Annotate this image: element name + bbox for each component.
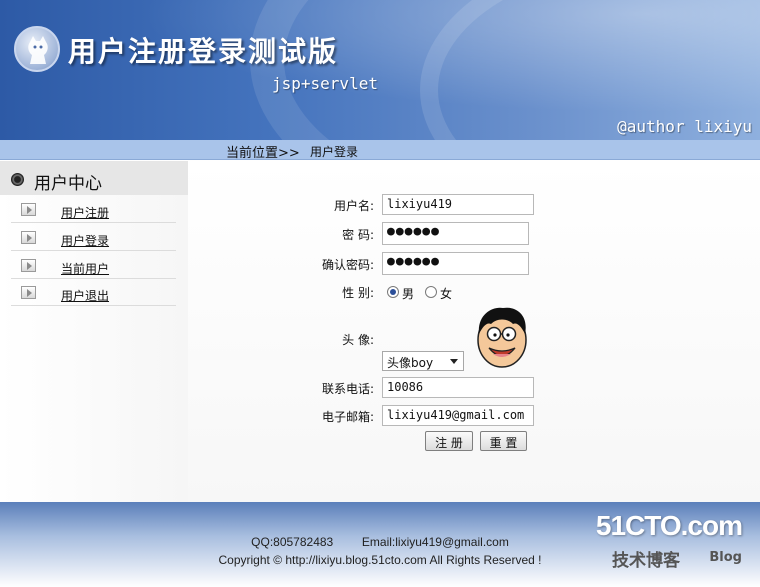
- arrow-right-icon: [21, 259, 36, 272]
- arrow-right-icon: [21, 203, 36, 216]
- site-author: @author lixiyu: [617, 117, 752, 136]
- gender-female-radio[interactable]: [425, 286, 437, 298]
- avatar-select-value: 头像boy: [387, 356, 434, 370]
- avatar-image: [473, 304, 531, 370]
- confirm-password-label: 确认密码:: [321, 258, 374, 272]
- content-area: 用户中心 用户注册 用户登录 当前用户 用户退出 用户名: lixiyu419 …: [0, 161, 760, 502]
- arrow-right-icon: [21, 231, 36, 244]
- phone-label: 联系电话:: [321, 382, 374, 396]
- gender-male-label: 男: [402, 287, 415, 301]
- site-title: 用户注册登录测试版: [68, 35, 339, 68]
- breadcrumb-label: 当前位置>>: [226, 146, 300, 161]
- gender-label: 性 别:: [342, 286, 374, 300]
- sidebar-link-login[interactable]: 用户登录: [61, 232, 109, 249]
- avatar-label: 头 像:: [342, 333, 374, 347]
- footer: QQ:805782483 Email:lixiyu419@gmail.com C…: [0, 502, 760, 587]
- breadcrumb-current: 用户登录: [310, 145, 359, 159]
- sidebar-header: 用户中心: [0, 161, 188, 195]
- reset-button[interactable]: 重 置: [480, 431, 527, 451]
- phone-field[interactable]: 10086: [382, 377, 534, 398]
- gender-male-radio[interactable]: [387, 286, 399, 298]
- breadcrumb: 当前位置>> 用户登录: [0, 140, 760, 161]
- sidebar-link-logout[interactable]: 用户退出: [61, 287, 109, 304]
- gender-female-label: 女: [440, 287, 453, 301]
- sidebar-title: 用户中心: [34, 174, 102, 194]
- watermark-tagline: 技术博客: [612, 551, 680, 571]
- password-label: 密 码:: [342, 228, 374, 242]
- sidebar-link-current-user[interactable]: 当前用户: [61, 260, 109, 277]
- watermark-brand: 51CTO.com: [595, 510, 743, 541]
- email-label: 电子邮箱:: [321, 410, 374, 424]
- sidebar-item-logout[interactable]: 用户退出: [11, 279, 176, 306]
- site-subtitle: jsp+servlet: [272, 74, 378, 93]
- sidebar-item-current-user[interactable]: 当前用户: [11, 252, 176, 279]
- watermark-blog: Blog: [709, 550, 742, 565]
- username-label: 用户名:: [333, 199, 374, 213]
- sidebar-link-register[interactable]: 用户注册: [61, 204, 109, 221]
- register-button[interactable]: 注 册: [425, 431, 473, 451]
- username-field[interactable]: lixiyu419: [382, 194, 534, 215]
- arrow-right-icon: [21, 286, 36, 299]
- header-banner: 用户注册登录测试版 jsp+servlet @author lixiyu: [0, 0, 760, 140]
- registration-form: 用户名: lixiyu419 密 码: ●●●●●● 确认密码: ●●●●●● …: [188, 161, 760, 502]
- cat-logo-icon: [14, 26, 60, 72]
- footer-qq: QQ:805782483: [251, 535, 334, 549]
- avatar-select[interactable]: 头像boy: [382, 351, 464, 371]
- bullet-icon: [11, 173, 24, 186]
- email-field[interactable]: lixiyu419@gmail.com: [382, 405, 534, 426]
- footer-email: Email:lixiyu419@gmail.com: [361, 535, 509, 549]
- sidebar: 用户中心 用户注册 用户登录 当前用户 用户退出: [0, 161, 188, 502]
- watermark-logo: 51CTO.com 技术博客 Blog: [596, 510, 743, 571]
- chevron-down-icon: [450, 359, 458, 364]
- password-field[interactable]: ●●●●●●: [382, 222, 529, 245]
- sidebar-item-login[interactable]: 用户登录: [11, 224, 176, 251]
- confirm-password-field[interactable]: ●●●●●●: [382, 252, 529, 275]
- sidebar-item-register[interactable]: 用户注册: [11, 196, 176, 223]
